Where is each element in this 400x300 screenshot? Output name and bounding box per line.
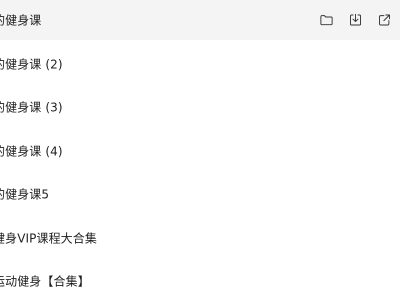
- list-item-label: 的健身课 (4): [0, 144, 63, 159]
- list-item-label: 健身VIP课程大合集: [0, 231, 97, 246]
- file-list: 的健身课 的健身课 (2) 的健身课 (3) 的健身课 (4) 的健身课5 健身…: [0, 0, 400, 300]
- list-item[interactable]: 运动健身【合集】: [0, 261, 400, 300]
- open-external-icon[interactable]: [375, 11, 394, 30]
- list-item[interactable]: 的健身课: [0, 0, 400, 40]
- list-item[interactable]: 的健身课 (4): [0, 131, 400, 171]
- list-item-label: 运动健身【合集】: [0, 274, 90, 289]
- list-item[interactable]: 的健身课5: [0, 174, 400, 214]
- list-item-label: 的健身课5: [0, 187, 50, 202]
- list-item[interactable]: 健身VIP课程大合集: [0, 218, 400, 258]
- list-item[interactable]: 的健身课 (2): [0, 44, 400, 84]
- list-item-label: 的健身课 (2): [0, 57, 63, 72]
- list-item[interactable]: 的健身课 (3): [0, 87, 400, 127]
- folder-icon[interactable]: [317, 11, 336, 30]
- download-icon[interactable]: [346, 11, 365, 30]
- list-item-label: 的健身课 (3): [0, 100, 63, 115]
- list-item-label: 的健身课: [0, 13, 42, 28]
- row-actions: [317, 11, 394, 30]
